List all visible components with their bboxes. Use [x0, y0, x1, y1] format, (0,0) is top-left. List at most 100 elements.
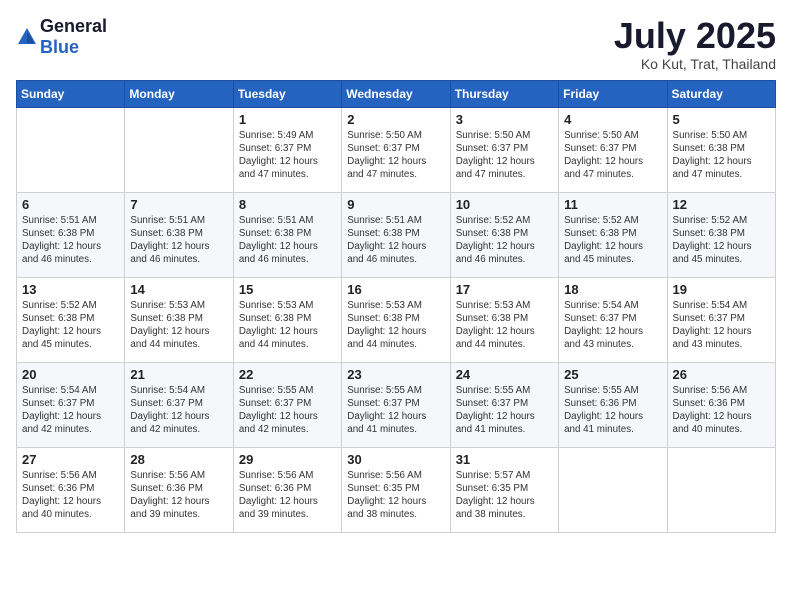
- day-number: 10: [456, 197, 553, 212]
- day-info: Sunrise: 5:50 AMSunset: 6:37 PMDaylight:…: [456, 129, 553, 182]
- day-info: Sunrise: 5:56 AMSunset: 6:36 PMDaylight:…: [239, 469, 336, 522]
- day-number: 8: [239, 197, 336, 212]
- day-info: Sunrise: 5:56 AMSunset: 6:36 PMDaylight:…: [22, 469, 119, 522]
- day-info: Sunrise: 5:52 AMSunset: 6:38 PMDaylight:…: [673, 214, 770, 267]
- header-cell-friday: Friday: [559, 80, 667, 107]
- day-cell: 28Sunrise: 5:56 AMSunset: 6:36 PMDayligh…: [125, 447, 233, 532]
- day-info: Sunrise: 5:50 AMSunset: 6:37 PMDaylight:…: [347, 129, 444, 182]
- day-number: 14: [130, 282, 227, 297]
- page-header: General Blue July 2025 Ko Kut, Trat, Tha…: [16, 16, 776, 72]
- day-info: Sunrise: 5:53 AMSunset: 6:38 PMDaylight:…: [130, 299, 227, 352]
- week-row-3: 13Sunrise: 5:52 AMSunset: 6:38 PMDayligh…: [17, 277, 776, 362]
- day-cell: [125, 107, 233, 192]
- day-info: Sunrise: 5:52 AMSunset: 6:38 PMDaylight:…: [456, 214, 553, 267]
- day-number: 30: [347, 452, 444, 467]
- day-number: 26: [673, 367, 770, 382]
- day-cell: 8 Sunrise: 5:51 AMSunset: 6:38 PMDaylight…: [233, 192, 341, 277]
- day-number: 1: [239, 112, 336, 127]
- day-cell: 22 Sunrise: 5:55 AMSunset: 6:37 PMDayligh…: [233, 362, 341, 447]
- header-cell-wednesday: Wednesday: [342, 80, 450, 107]
- day-info: Sunrise: 5:55 AMSunset: 6:37 PMDaylight:…: [239, 384, 336, 437]
- day-number: 24: [456, 367, 553, 382]
- day-cell: 23 Sunrise: 5:55 AMSunset: 6:37 PMDayligh…: [342, 362, 450, 447]
- header-cell-tuesday: Tuesday: [233, 80, 341, 107]
- day-info: Sunrise: 5:56 AMSunset: 6:36 PMDaylight:…: [130, 469, 227, 522]
- day-cell: 1 Sunrise: 5:49 AMSunset: 6:37 PMDaylight…: [233, 107, 341, 192]
- day-number: 15: [239, 282, 336, 297]
- day-cell: 25 Sunrise: 5:55 AMSunset: 6:36 PMDayligh…: [559, 362, 667, 447]
- day-cell: 17 Sunrise: 5:53 AMSunset: 6:38 PMDayligh…: [450, 277, 558, 362]
- day-info: Sunrise: 5:51 AMSunset: 6:38 PMDaylight:…: [22, 214, 119, 267]
- week-row-2: 6 Sunrise: 5:51 AMSunset: 6:38 PMDaylight…: [17, 192, 776, 277]
- day-info: Sunrise: 5:55 AMSunset: 6:36 PMDaylight:…: [564, 384, 661, 437]
- day-cell: 24 Sunrise: 5:55 AMSunset: 6:37 PMDayligh…: [450, 362, 558, 447]
- day-info: Sunrise: 5:54 AMSunset: 6:37 PMDaylight:…: [564, 299, 661, 352]
- day-number: 20: [22, 367, 119, 382]
- day-cell: 30Sunrise: 5:56 AMSunset: 6:35 PMDayligh…: [342, 447, 450, 532]
- location: Ko Kut, Trat, Thailand: [614, 56, 776, 72]
- day-number: 21: [130, 367, 227, 382]
- day-number: 5: [673, 112, 770, 127]
- day-cell: 21 Sunrise: 5:54 AMSunset: 6:37 PMDayligh…: [125, 362, 233, 447]
- logo: General Blue: [16, 16, 107, 58]
- day-cell: 16 Sunrise: 5:53 AMSunset: 6:38 PMDayligh…: [342, 277, 450, 362]
- day-info: Sunrise: 5:49 AMSunset: 6:37 PMDaylight:…: [239, 129, 336, 182]
- logo-icon: [16, 26, 38, 48]
- day-info: Sunrise: 5:52 AMSunset: 6:38 PMDaylight:…: [22, 299, 119, 352]
- day-cell: 6 Sunrise: 5:51 AMSunset: 6:38 PMDaylight…: [17, 192, 125, 277]
- day-cell: 2 Sunrise: 5:50 AMSunset: 6:37 PMDaylight…: [342, 107, 450, 192]
- day-number: 16: [347, 282, 444, 297]
- day-cell: 26 Sunrise: 5:56 AMSunset: 6:36 PMDayligh…: [667, 362, 775, 447]
- day-info: Sunrise: 5:52 AMSunset: 6:38 PMDaylight:…: [564, 214, 661, 267]
- day-cell: [559, 447, 667, 532]
- day-number: 4: [564, 112, 661, 127]
- day-info: Sunrise: 5:54 AMSunset: 6:37 PMDaylight:…: [673, 299, 770, 352]
- day-info: Sunrise: 5:55 AMSunset: 6:37 PMDaylight:…: [347, 384, 444, 437]
- day-number: 11: [564, 197, 661, 212]
- day-cell: 3 Sunrise: 5:50 AMSunset: 6:37 PMDaylight…: [450, 107, 558, 192]
- day-number: 7: [130, 197, 227, 212]
- day-cell: 11 Sunrise: 5:52 AMSunset: 6:38 PMDayligh…: [559, 192, 667, 277]
- day-cell: [667, 447, 775, 532]
- day-cell: 27Sunrise: 5:56 AMSunset: 6:36 PMDayligh…: [17, 447, 125, 532]
- day-number: 22: [239, 367, 336, 382]
- calendar-table: SundayMondayTuesdayWednesdayThursdayFrid…: [16, 80, 776, 533]
- day-info: Sunrise: 5:51 AMSunset: 6:38 PMDaylight:…: [130, 214, 227, 267]
- day-info: Sunrise: 5:54 AMSunset: 6:37 PMDaylight:…: [130, 384, 227, 437]
- day-info: Sunrise: 5:53 AMSunset: 6:38 PMDaylight:…: [239, 299, 336, 352]
- day-cell: 10 Sunrise: 5:52 AMSunset: 6:38 PMDayligh…: [450, 192, 558, 277]
- day-cell: 20Sunrise: 5:54 AMSunset: 6:37 PMDayligh…: [17, 362, 125, 447]
- week-row-4: 20 Sunrise: 5:54 AMSunset: 6:37 PMDayligh…: [17, 362, 776, 447]
- day-cell: 19Sunrise: 5:54 AMSunset: 6:37 PMDayligh…: [667, 277, 775, 362]
- day-number: 25: [564, 367, 661, 382]
- logo-text-blue: Blue: [40, 37, 79, 57]
- day-number: 17: [456, 282, 553, 297]
- day-info: Sunrise: 5:53 AMSunset: 6:38 PMDaylight:…: [456, 299, 553, 352]
- week-row-1: 1 Sunrise: 5:49 AMSunset: 6:37 PMDaylight…: [17, 107, 776, 192]
- day-cell: 12 Sunrise: 5:52 AMSunset: 6:38 PMDayligh…: [667, 192, 775, 277]
- day-info: Sunrise: 5:56 AMSunset: 6:36 PMDaylight:…: [673, 384, 770, 437]
- header-cell-monday: Monday: [125, 80, 233, 107]
- logo-text-general: General: [40, 16, 107, 36]
- day-cell: 9Sunrise: 5:51 AMSunset: 6:38 PMDaylight…: [342, 192, 450, 277]
- day-number: 12: [673, 197, 770, 212]
- day-info: Sunrise: 5:53 AMSunset: 6:38 PMDaylight:…: [347, 299, 444, 352]
- day-cell: 29 Sunrise: 5:56 AMSunset: 6:36 PMDayligh…: [233, 447, 341, 532]
- calendar-header: SundayMondayTuesdayWednesdayThursdayFrid…: [17, 80, 776, 107]
- day-number: 6: [22, 197, 119, 212]
- day-number: 23: [347, 367, 444, 382]
- day-cell: [17, 107, 125, 192]
- day-number: 18: [564, 282, 661, 297]
- day-cell: 14 Sunrise: 5:53 AMSunset: 6:38 PMDayligh…: [125, 277, 233, 362]
- day-number: 31: [456, 452, 553, 467]
- day-info: Sunrise: 5:50 AMSunset: 6:37 PMDaylight:…: [564, 129, 661, 182]
- day-info: Sunrise: 5:51 AMSunset: 6:38 PMDaylight:…: [239, 214, 336, 267]
- day-number: 29: [239, 452, 336, 467]
- day-number: 3: [456, 112, 553, 127]
- title-block: July 2025 Ko Kut, Trat, Thailand: [614, 16, 776, 72]
- day-info: Sunrise: 5:55 AMSunset: 6:37 PMDaylight:…: [456, 384, 553, 437]
- day-number: 2: [347, 112, 444, 127]
- month-year: July 2025: [614, 16, 776, 56]
- day-cell: 15 Sunrise: 5:53 AMSunset: 6:38 PMDayligh…: [233, 277, 341, 362]
- day-cell: 7 Sunrise: 5:51 AMSunset: 6:38 PMDaylight…: [125, 192, 233, 277]
